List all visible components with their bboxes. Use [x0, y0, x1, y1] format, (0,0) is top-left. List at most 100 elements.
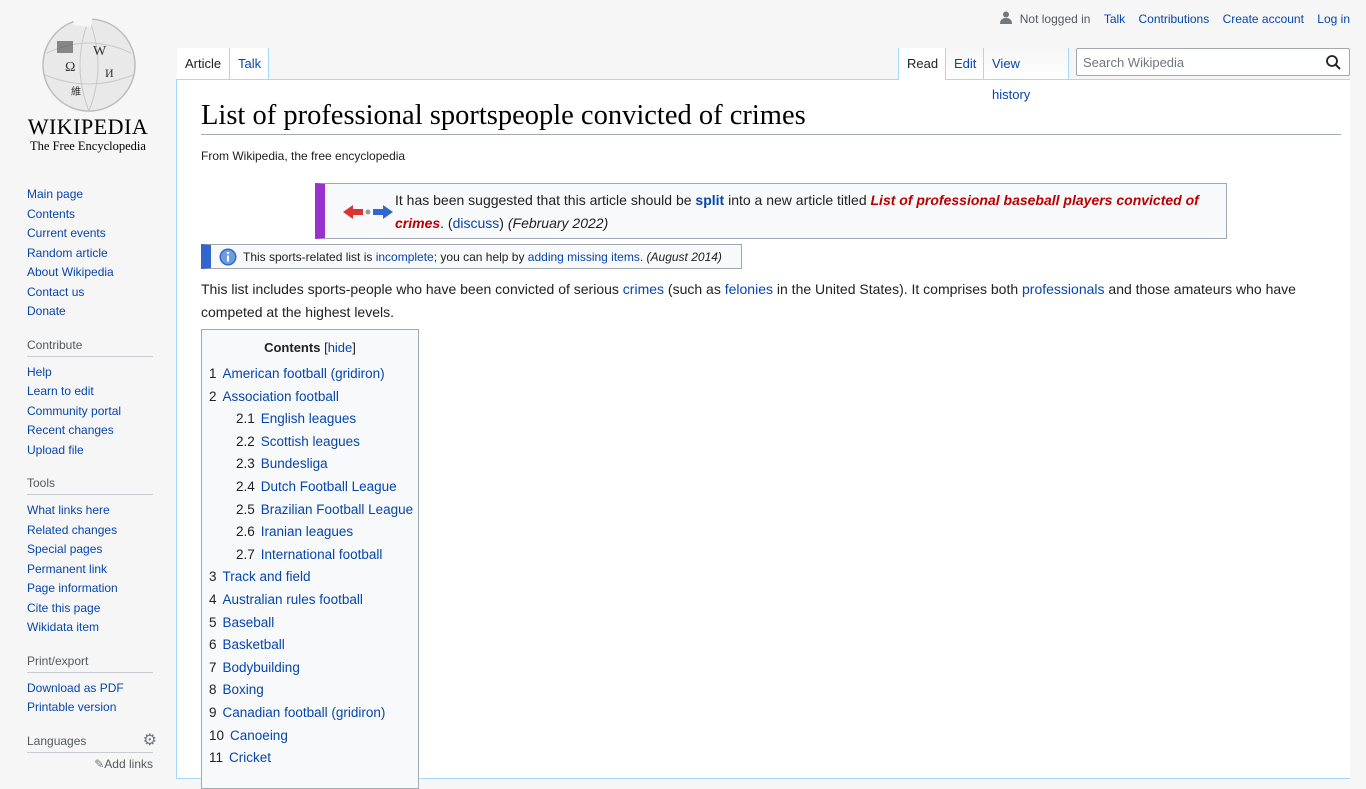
tools-heading: Tools: [27, 476, 153, 495]
toc-item-link[interactable]: American football (gridiron): [223, 366, 385, 381]
tab-read[interactable]: Read: [898, 48, 945, 80]
toc-item[interactable]: 2.3 Bundesliga: [202, 453, 418, 476]
discuss-link[interactable]: discuss: [453, 215, 500, 231]
tab-view-history[interactable]: View history: [983, 48, 1069, 102]
sidebar-item-current-events[interactable]: Current events: [27, 226, 106, 240]
professionals-link[interactable]: professionals: [1022, 281, 1105, 297]
toc-item-link[interactable]: Association football: [223, 389, 339, 404]
toc-item-link[interactable]: Basketball: [223, 637, 285, 652]
toc-item-link[interactable]: Cricket: [229, 750, 271, 765]
toc-item-link[interactable]: Track and field: [223, 569, 311, 584]
toc-item[interactable]: 2.4 Dutch Football League: [202, 476, 418, 499]
sidebar-item-special-pages[interactable]: Special pages: [27, 542, 102, 556]
print-export-portal: Print/export Download as PDF Printable v…: [27, 654, 153, 718]
toc-item-number: 1: [209, 366, 217, 381]
tools-portal: Tools What links here Related changes Sp…: [27, 476, 153, 638]
toc-item-link[interactable]: Scottish leagues: [261, 434, 360, 449]
toc-item[interactable]: 5 Baseball: [202, 612, 418, 635]
adding-missing-items-link[interactable]: adding missing items: [528, 250, 640, 264]
toc-item-link[interactable]: Canoeing: [230, 728, 288, 743]
toc-item-link[interactable]: Boxing: [223, 682, 264, 697]
print-export-heading: Print/export: [27, 654, 153, 673]
toc-item[interactable]: 3 Track and field: [202, 566, 418, 589]
crimes-link[interactable]: crimes: [623, 281, 664, 297]
search-input[interactable]: Search Wikipedia: [1076, 48, 1350, 76]
toc-item-link[interactable]: Canadian football (gridiron): [223, 705, 386, 720]
toc-item[interactable]: 7 Bodybuilding: [202, 657, 418, 680]
toc-item-link[interactable]: Dutch Football League: [261, 479, 397, 494]
gear-icon[interactable]: ⚙: [143, 730, 157, 750]
contributions-link[interactable]: Contributions: [1139, 12, 1210, 26]
sidebar-item-community-portal[interactable]: Community portal: [27, 404, 121, 418]
wikipedia-logo[interactable]: Ω W И 維 WIKIPEDIA The Free Encyclopedia: [0, 0, 176, 160]
sidebar-item-download-pdf[interactable]: Download as PDF: [27, 681, 124, 695]
sidebar-item-random-article[interactable]: Random article: [27, 246, 108, 260]
sidebar-item-what-links-here[interactable]: What links here: [27, 503, 110, 517]
tab-article[interactable]: Article: [177, 48, 229, 79]
talk-link[interactable]: Talk: [1104, 12, 1125, 26]
split-arrows-icon: [343, 205, 393, 219]
toc-item[interactable]: 2.6 Iranian leagues: [202, 521, 418, 544]
toc-item[interactable]: 2 Association football: [202, 386, 418, 409]
toc-item[interactable]: 2.7 International football: [202, 544, 418, 567]
toc-item[interactable]: 4 Australian rules football: [202, 589, 418, 612]
sidebar-item-permanent-link[interactable]: Permanent link: [27, 562, 107, 576]
toc-item[interactable]: 1 American football (gridiron): [202, 363, 418, 386]
sidebar-item-contents[interactable]: Contents: [27, 207, 75, 221]
toc-item-link[interactable]: Brazilian Football League: [261, 502, 413, 517]
toc-item-link[interactable]: English leagues: [261, 411, 356, 426]
sidebar-item-printable-version[interactable]: Printable version: [27, 700, 116, 714]
wikipedia-wordmark: WIKIPEDIA: [27, 114, 149, 139]
sidebar-item-help[interactable]: Help: [27, 365, 52, 379]
incomplete-link[interactable]: incomplete: [376, 250, 434, 264]
split-text-pre: It has been suggested that this article …: [395, 192, 696, 208]
sidebar-item-recent-changes[interactable]: Recent changes: [27, 423, 114, 437]
toc-item[interactable]: 2.5 Brazilian Football League: [202, 499, 418, 522]
sidebar-item-contact-us[interactable]: Contact us: [27, 285, 84, 299]
toc-item[interactable]: 2.2 Scottish leagues: [202, 431, 418, 454]
toc-item[interactable]: 9 Canadian football (gridiron): [202, 702, 418, 725]
split-date: (February 2022): [507, 215, 609, 231]
svg-text:И: И: [105, 66, 114, 80]
tab-talk[interactable]: Talk: [229, 48, 269, 79]
toc-item-link[interactable]: Baseball: [223, 615, 275, 630]
sidebar-item-about-wikipedia[interactable]: About Wikipedia: [27, 265, 114, 279]
split-text-close: ): [499, 215, 504, 231]
toc-item[interactable]: 2.1 English leagues: [202, 408, 418, 431]
search-icon[interactable]: [1326, 55, 1341, 70]
sidebar-item-page-information[interactable]: Page information: [27, 581, 118, 595]
toc-item-number: 4: [209, 591, 217, 607]
info-icon: [219, 248, 237, 266]
sidebar-item-main-page[interactable]: Main page: [27, 187, 83, 201]
toc-item-number: 6: [209, 637, 217, 653]
toc-item[interactable]: 11 Cricket: [202, 747, 418, 770]
toc-item[interactable]: 8 Boxing: [202, 679, 418, 702]
sidebar-item-donate[interactable]: Donate: [27, 304, 66, 318]
create-account-link[interactable]: Create account: [1223, 12, 1304, 26]
toc-item-link[interactable]: Bundesliga: [261, 456, 328, 471]
toc-item-number: 5: [209, 614, 217, 630]
log-in-link[interactable]: Log in: [1317, 12, 1350, 26]
sidebar-item-wikidata-item[interactable]: Wikidata item: [27, 620, 99, 634]
sidebar-item-related-changes[interactable]: Related changes: [27, 523, 117, 537]
intro-text-1: This list includes sports-people who hav…: [201, 281, 623, 297]
sidebar-item-learn-to-edit[interactable]: Learn to edit: [27, 384, 94, 398]
contribute-portal: Contribute Help Learn to edit Community …: [27, 338, 153, 461]
split-text-mid: into a new article titled: [724, 192, 871, 208]
sidebar-item-upload-file[interactable]: Upload file: [27, 443, 84, 457]
toc-item[interactable]: 6 Basketball: [202, 634, 418, 657]
toc-item[interactable]: 10 Canoeing: [202, 725, 418, 748]
incomplete-date: (August 2014): [646, 250, 722, 264]
felonies-link[interactable]: felonies: [725, 281, 773, 297]
add-links-link[interactable]: Add links: [104, 757, 153, 771]
toc-item-link[interactable]: Bodybuilding: [223, 660, 300, 675]
toc-item-link[interactable]: International football: [261, 547, 383, 562]
toc-hide-link[interactable]: hide: [328, 340, 353, 355]
intro-text-3: in the United States). It comprises both: [773, 281, 1023, 297]
toc-item-number: 9: [209, 704, 217, 720]
split-link[interactable]: split: [695, 192, 724, 208]
toc-item-link[interactable]: Iranian leagues: [261, 524, 353, 539]
sidebar-item-cite-this-page[interactable]: Cite this page: [27, 601, 100, 615]
tab-edit[interactable]: Edit: [945, 48, 983, 79]
toc-item-link[interactable]: Australian rules football: [223, 592, 363, 607]
